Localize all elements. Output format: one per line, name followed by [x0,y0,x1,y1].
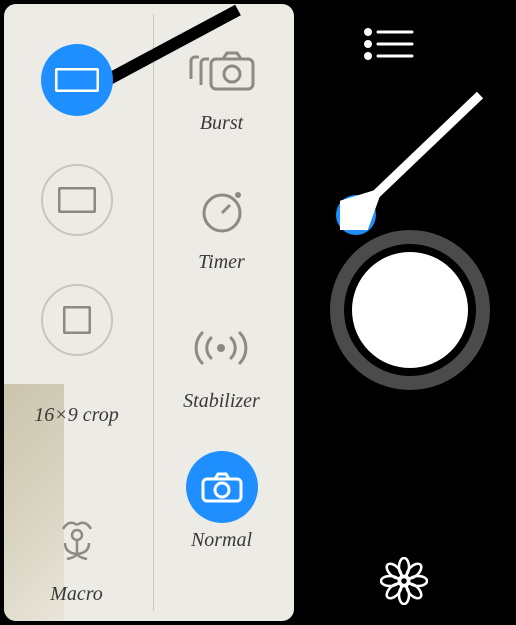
stabilizer-icon [185,312,257,384]
menu-button[interactable] [364,28,414,65]
aspect-square-option[interactable] [41,284,113,356]
burst-icon [186,34,258,106]
camera-control-strip [296,0,516,625]
gallery-button[interactable] [380,557,428,610]
timer-icon [186,173,258,245]
flower-icon [380,557,428,605]
macro-label: Macro [50,583,103,606]
capture-mode-column: Burst Timer St [149,4,294,621]
mode-normal-option[interactable]: Normal [186,451,258,552]
shutter-ring [330,230,490,390]
mode-timer-option[interactable]: Timer [186,173,258,274]
shutter-inner [352,252,468,368]
aspect-wide-option[interactable] [41,44,113,116]
aspect-crop-label: 16×9 crop [34,404,118,427]
aspect-square-icon [41,284,113,356]
aspect-ratio-column: 16×9 crop Macro [4,4,149,621]
timer-label: Timer [198,251,245,274]
normal-label: Normal [191,529,252,552]
macro-icon [41,505,113,577]
aspect-standard-icon [41,164,113,236]
normal-icon [186,451,258,523]
mode-stabilizer-option[interactable]: Stabilizer [183,312,260,413]
mode-macro-option[interactable]: Macro [41,505,113,606]
close-options-button[interactable] [336,195,376,235]
camera-options-panel: 16×9 crop Macro [4,4,294,621]
stabilizer-label: Stabilizer [183,390,260,413]
mode-burst-option[interactable]: Burst [186,34,258,135]
aspect-standard-option[interactable] [41,164,113,236]
burst-label: Burst [200,112,243,135]
aspect-wide-icon [41,44,113,116]
shutter-button[interactable] [330,230,490,390]
close-icon [347,206,365,224]
